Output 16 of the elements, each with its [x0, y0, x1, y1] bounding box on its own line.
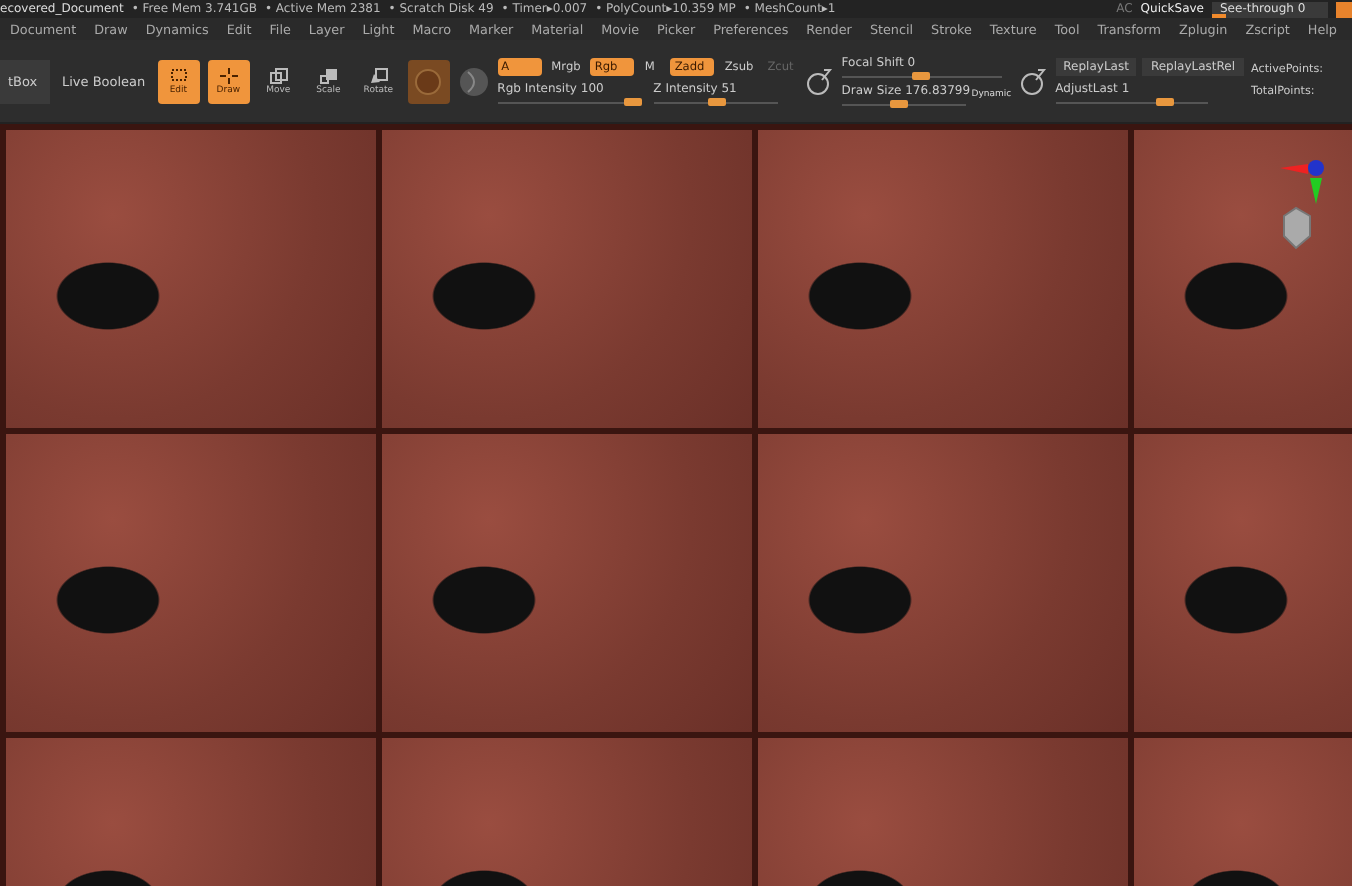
material-button[interactable]	[407, 59, 450, 103]
edit-icon	[169, 67, 188, 83]
slider-thumb[interactable]	[623, 98, 642, 106]
rotate-icon	[369, 67, 388, 83]
material-sphere-icon	[414, 67, 443, 95]
brush-circle-icon[interactable]	[805, 67, 834, 95]
brush-circle-icon[interactable]	[1019, 67, 1048, 95]
slider-thumb[interactable]	[912, 72, 931, 80]
crosshair-icon	[219, 67, 238, 83]
texture-sphere-icon[interactable]	[457, 65, 490, 97]
scale-icon	[319, 67, 338, 83]
slider-thumb[interactable]	[1155, 98, 1174, 106]
move-icon	[269, 67, 288, 83]
color-swatch[interactable]	[1336, 1, 1352, 17]
slider-thumb[interactable]	[889, 100, 908, 108]
slider-thumb[interactable]	[707, 98, 726, 106]
